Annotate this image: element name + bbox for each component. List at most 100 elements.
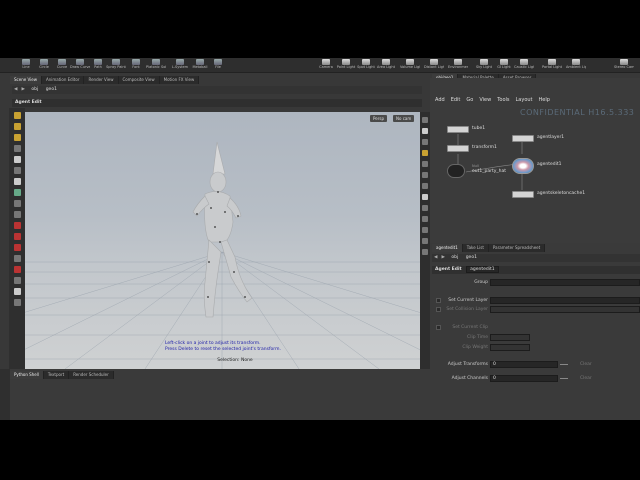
path-obj[interactable]: obj xyxy=(28,87,41,92)
tab-scene-view[interactable]: Scene View xyxy=(10,76,42,84)
tab-agentedit1[interactable]: agentedit1 xyxy=(432,244,463,252)
tab-composite-view[interactable]: Composite View xyxy=(119,76,160,84)
move-tool-icon[interactable] xyxy=(13,123,21,130)
wireframe-icon[interactable] xyxy=(422,139,428,145)
magnet-mode-icon[interactable] xyxy=(13,233,21,240)
render-icon[interactable] xyxy=(13,288,21,295)
shelf-sky-light[interactable]: Sky Light xyxy=(474,59,494,72)
snap-tool-icon[interactable] xyxy=(13,211,21,218)
tab-render-scheduler[interactable]: Render Scheduler xyxy=(69,371,114,379)
pose-tool-icon[interactable] xyxy=(13,156,21,163)
tab-animation-editor[interactable]: Animation Editor xyxy=(42,76,85,84)
param-label-set-current-clip: Set Current Clip xyxy=(452,325,488,330)
shelf-ambient-light[interactable]: Ambient Light xyxy=(566,59,586,72)
magnet-tool-icon[interactable] xyxy=(13,222,21,229)
shading-icon[interactable] xyxy=(422,128,428,134)
brush-tool-icon[interactable] xyxy=(13,200,21,207)
scene-viewport[interactable]: Persp No cam Left-click on a joint to ad… xyxy=(25,112,420,369)
adjust-channels-field[interactable]: 0 xyxy=(490,375,558,382)
shelf-spot-light[interactable]: Spot Light xyxy=(356,59,376,72)
shelf-spray-paint[interactable]: Spray Paint xyxy=(106,59,126,72)
adjust-transforms-stepper[interactable] xyxy=(560,364,568,365)
shelf-metaball[interactable]: Metaball xyxy=(190,59,210,72)
adjust-channels-clear-button[interactable]: Clear xyxy=(580,374,592,383)
shelf-stereo-camera[interactable]: Stereo Camera xyxy=(614,59,634,72)
shelf-curve[interactable]: Curve xyxy=(52,59,72,72)
tab-textport[interactable]: Textport xyxy=(44,371,70,379)
background-icon[interactable] xyxy=(422,227,428,233)
display-icon[interactable] xyxy=(13,299,21,306)
view-options-icon[interactable] xyxy=(422,249,428,255)
set-current-layer-checkbox[interactable] xyxy=(436,298,441,303)
paint-tool-icon[interactable] xyxy=(13,189,21,196)
tab-parameter-spreadsheet[interactable]: Parameter Spreadsheet xyxy=(489,244,546,252)
scale-tool-icon[interactable] xyxy=(13,145,21,152)
clip-weight-field[interactable] xyxy=(490,344,530,351)
menu-layout[interactable]: Layout xyxy=(513,96,536,105)
tab-motion-fx-view[interactable]: Motion FX View xyxy=(160,76,200,84)
set-current-clip-checkbox[interactable] xyxy=(436,325,441,330)
adjust-transforms-clear-button[interactable]: Clear xyxy=(580,360,592,369)
grid-snap-icon[interactable] xyxy=(13,255,21,262)
display-option-icon[interactable] xyxy=(422,117,428,123)
current-layer-field[interactable] xyxy=(490,297,640,304)
shelf-distant-light[interactable]: Distant Light xyxy=(424,59,444,72)
shelf-circle[interactable]: Circle xyxy=(34,59,54,72)
menu-add[interactable]: Add xyxy=(432,96,448,105)
shelf-line[interactable]: Line xyxy=(16,59,36,72)
tab-render-view[interactable]: Render View xyxy=(84,76,119,84)
handle-tool-icon[interactable] xyxy=(13,167,21,174)
adjust-channels-stepper[interactable] xyxy=(560,378,568,379)
shelf-portal-light[interactable]: Portal Light xyxy=(542,59,562,72)
adjust-transforms-field[interactable]: 0 xyxy=(490,361,558,368)
menu-edit[interactable]: Edit xyxy=(448,96,464,105)
menu-help[interactable]: Help xyxy=(536,96,553,105)
collision-layer-field[interactable] xyxy=(490,306,640,313)
grid-icon[interactable] xyxy=(422,216,428,222)
view-tool-icon[interactable] xyxy=(13,178,21,185)
param-path-obj[interactable]: obj xyxy=(448,255,461,260)
shelf-camera[interactable]: Camera xyxy=(316,59,336,72)
record-icon[interactable] xyxy=(13,266,21,273)
shelf-env-light[interactable]: Environment Light xyxy=(448,59,468,72)
set-collision-layer-checkbox[interactable] xyxy=(436,307,441,312)
ghost-icon[interactable] xyxy=(422,161,428,167)
node-name-field[interactable]: agentedit1 xyxy=(466,266,499,273)
clip-time-field[interactable] xyxy=(490,334,530,341)
agent-edit-node-icon xyxy=(512,158,534,174)
menu-view[interactable]: View xyxy=(476,96,494,105)
bottom-tabs: Python Shell Textport Render Scheduler xyxy=(10,371,114,379)
tab-take-list[interactable]: Take List xyxy=(463,244,489,252)
shelf-font[interactable]: Font xyxy=(126,59,146,72)
camera-view-icon[interactable] xyxy=(422,205,428,211)
shelf-volume-light[interactable]: Volume Light xyxy=(400,59,420,72)
menu-go[interactable]: Go xyxy=(463,96,476,105)
snap-mode-icon[interactable] xyxy=(13,244,21,251)
shelf-caustic-light[interactable]: Caustic Light xyxy=(514,59,534,72)
normal-display-icon[interactable] xyxy=(422,183,428,189)
shelf-file[interactable]: File xyxy=(208,59,228,72)
param-path-geo1[interactable]: geo1 xyxy=(463,255,480,260)
point-display-icon[interactable] xyxy=(422,172,428,178)
shelf-gi-light[interactable]: GI Light xyxy=(494,59,514,72)
layer-icon[interactable] xyxy=(13,277,21,284)
forward-arrow-icon[interactable]: ▶ xyxy=(19,87,26,92)
lighting-icon[interactable] xyxy=(422,150,428,156)
tab-python-shell[interactable]: Python Shell xyxy=(10,371,44,379)
menu-tools[interactable]: Tools xyxy=(494,96,512,105)
shelf-area-light[interactable]: Area Light xyxy=(376,59,396,72)
shelf-point-light[interactable]: Point Light xyxy=(336,59,356,72)
select-tool-icon[interactable] xyxy=(13,112,21,119)
no-cam-button[interactable]: No cam xyxy=(393,115,415,122)
shelf-path[interactable]: Path xyxy=(88,59,108,72)
shelf-draw-curve[interactable]: Draw Curve xyxy=(70,59,90,72)
shelf-platonic[interactable]: Platonic Solids xyxy=(146,59,166,72)
persp-button[interactable]: Persp xyxy=(370,115,387,122)
path-geo1[interactable]: geo1 xyxy=(43,87,60,92)
group-field[interactable] xyxy=(490,279,640,286)
safe-area-icon[interactable] xyxy=(422,238,428,244)
shelf-lsystem[interactable]: L-System xyxy=(170,59,190,72)
param-forward-icon[interactable]: ▶ xyxy=(439,255,446,260)
template-icon[interactable] xyxy=(422,194,428,200)
rotate-tool-icon[interactable] xyxy=(13,134,21,141)
